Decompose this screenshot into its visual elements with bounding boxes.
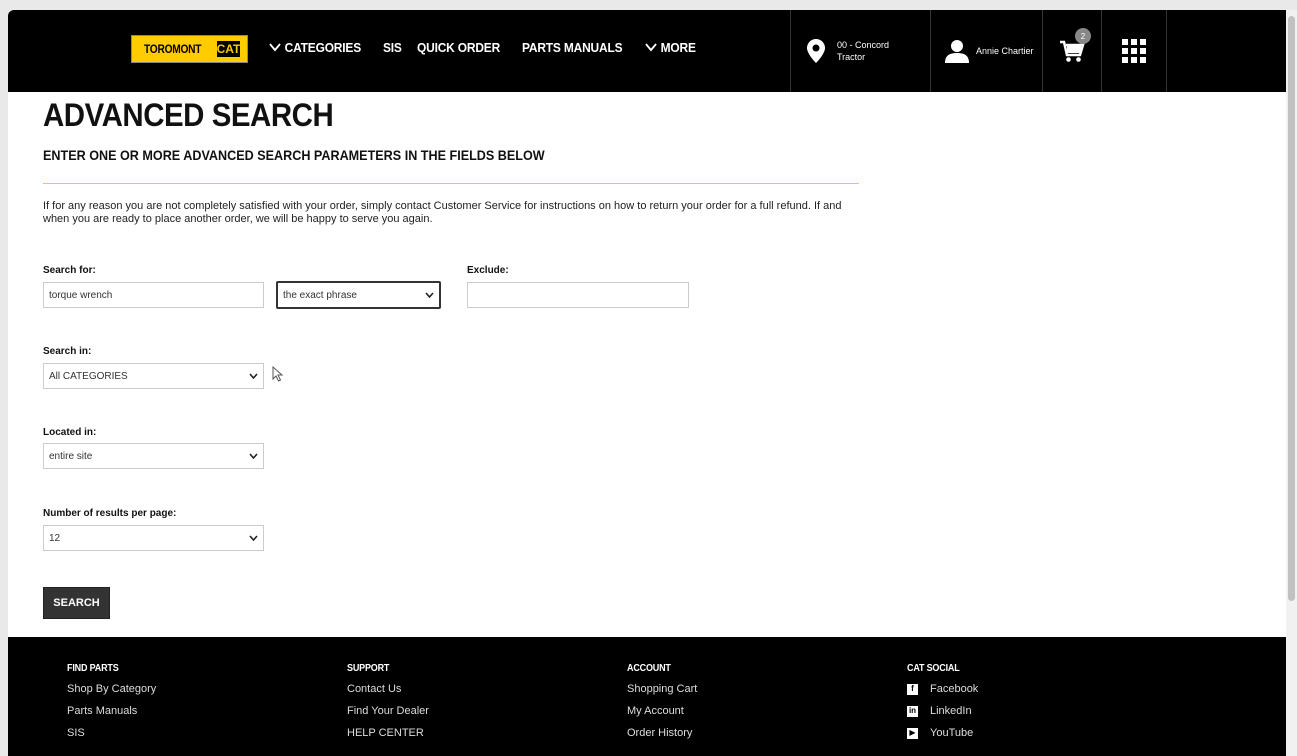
- nav-more[interactable]: MORE: [644, 40, 696, 55]
- nav-parts-manuals[interactable]: PARTS MANUALS: [521, 40, 623, 55]
- facebook-label: Facebook: [930, 683, 979, 695]
- cart-button[interactable]: 2: [1042, 10, 1101, 92]
- chevron-down-icon: [644, 43, 657, 52]
- footer-link-facebook[interactable]: f Facebook: [907, 682, 978, 696]
- intro-text: If for any reason you are not completely…: [43, 200, 842, 225]
- footer-col-cat-social: CAT SOCIAL f Facebook in LinkedIn ▶ YouT…: [907, 663, 978, 740]
- nav-categories-label: CATEGORIES: [284, 40, 362, 55]
- location-line2: Tractor: [837, 52, 866, 62]
- main-nav: CATEGORIES SIS QUICK ORDER PARTS MANUALS…: [269, 40, 700, 55]
- nav-sis[interactable]: SIS: [383, 40, 402, 55]
- page-title: ADVANCED SEARCH: [43, 97, 334, 133]
- linkedin-label: LinkedIn: [930, 705, 972, 717]
- location-text: 00 - Concord Tractor: [837, 39, 889, 63]
- search-in-label: Search in:: [43, 346, 92, 357]
- footer-link-contact-us[interactable]: Contact Us: [347, 682, 429, 696]
- map-pin-icon: [807, 39, 825, 63]
- footer-link-shopping-cart[interactable]: Shopping Cart: [627, 682, 697, 696]
- youtube-label: YouTube: [930, 727, 974, 739]
- nav-parts-manuals-label: PARTS MANUALS: [521, 40, 623, 55]
- search-for-input[interactable]: torque wrench: [43, 282, 264, 308]
- search-in-value: All CATEGORIES: [49, 370, 128, 382]
- footer-link-sis[interactable]: SIS: [67, 726, 156, 740]
- title-divider: [43, 183, 859, 184]
- located-in-label: Located in:: [43, 427, 97, 438]
- results-per-page-value: 12: [49, 532, 61, 544]
- match-mode-select[interactable]: the exact phrase: [276, 281, 441, 309]
- chevron-down-icon: [249, 453, 258, 459]
- search-for-value: torque wrench: [49, 289, 113, 301]
- nav-quick-order-label: QUICK ORDER: [417, 40, 501, 55]
- footer-link-help-center[interactable]: HELP CENTER: [347, 726, 429, 740]
- user-account[interactable]: Annie Chartier: [930, 10, 1042, 92]
- footer-link-find-dealer[interactable]: Find Your Dealer: [347, 704, 429, 718]
- linkedin-icon: in: [907, 705, 918, 717]
- user-name: Annie Chartier: [976, 46, 1034, 56]
- located-in-value: entire site: [49, 450, 93, 462]
- located-in-select[interactable]: entire site: [43, 443, 264, 469]
- logo-toromont-text: TOROMONT: [144, 42, 202, 56]
- footer-link-my-account[interactable]: My Account: [627, 704, 697, 718]
- results-per-page-select[interactable]: 12: [43, 525, 264, 551]
- youtube-icon: ▶: [907, 727, 918, 739]
- site-header: TOROMONT CAT CATEGORIES SIS QUICK ORDER …: [8, 10, 1286, 92]
- user-icon: [945, 40, 969, 63]
- match-mode-value: the exact phrase: [283, 289, 357, 301]
- footer-col-support: SUPPORT Contact Us Find Your Dealer HELP…: [347, 663, 429, 740]
- location-line1: 00 - Concord: [837, 40, 890, 50]
- search-in-select[interactable]: All CATEGORIES: [43, 363, 264, 389]
- nav-more-label: MORE: [660, 40, 696, 55]
- store-location[interactable]: 00 - Concord Tractor: [790, 10, 930, 92]
- page-scrollbar[interactable]: [1286, 10, 1297, 756]
- nav-sis-label: SIS: [383, 40, 402, 55]
- footer-link-youtube[interactable]: ▶ YouTube: [907, 726, 978, 740]
- footer-heading: ACCOUNT: [627, 663, 671, 674]
- exclude-input[interactable]: [467, 282, 689, 308]
- chevron-down-icon: [425, 292, 434, 298]
- footer-link-linkedin[interactable]: in LinkedIn: [907, 704, 978, 718]
- page-subtitle: ENTER ONE OR MORE ADVANCED SEARCH PARAME…: [43, 147, 545, 163]
- nav-categories[interactable]: CATEGORIES: [269, 40, 361, 55]
- chevron-down-icon: [269, 43, 281, 52]
- logo-cat-text: CAT: [216, 40, 241, 58]
- mouse-cursor-icon: [272, 366, 284, 382]
- nav-quick-order[interactable]: QUICK ORDER: [417, 40, 500, 55]
- cart-count-badge: 2: [1075, 28, 1091, 44]
- site-footer: FIND PARTS Shop By Category Parts Manual…: [8, 637, 1286, 756]
- footer-heading: CAT SOCIAL: [907, 663, 960, 674]
- chevron-down-icon: [249, 373, 258, 379]
- footer-heading: FIND PARTS: [67, 663, 119, 674]
- footer-col-account: ACCOUNT Shopping Cart My Account Order H…: [627, 663, 697, 740]
- footer-heading: SUPPORT: [347, 663, 390, 674]
- footer-link-order-history[interactable]: Order History: [627, 726, 697, 740]
- results-per-page-label: Number of results per page:: [43, 508, 177, 519]
- scrollbar-thumb[interactable]: [1288, 16, 1295, 601]
- footer-link-shop-by-category[interactable]: Shop By Category: [67, 682, 156, 696]
- footer-col-find-parts: FIND PARTS Shop By Category Parts Manual…: [67, 663, 156, 740]
- search-button[interactable]: SEARCH: [43, 587, 110, 619]
- browser-viewport: TOROMONT CAT CATEGORIES SIS QUICK ORDER …: [8, 10, 1286, 756]
- facebook-icon: f: [907, 683, 918, 695]
- exclude-label: Exclude:: [467, 265, 509, 276]
- grid-icon: [1122, 39, 1146, 63]
- chevron-down-icon: [249, 535, 258, 541]
- search-for-label: Search for:: [43, 265, 96, 276]
- footer-link-parts-manuals[interactable]: Parts Manuals: [67, 704, 156, 718]
- apps-menu-button[interactable]: [1101, 10, 1167, 92]
- toromont-cat-logo[interactable]: TOROMONT CAT: [131, 35, 248, 63]
